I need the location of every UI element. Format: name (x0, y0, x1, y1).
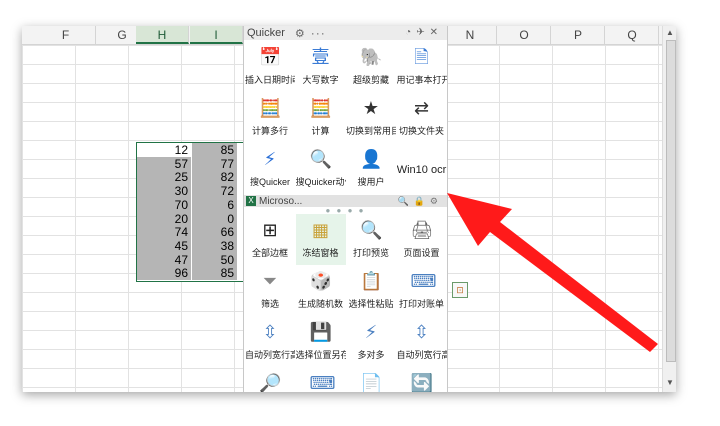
red-arrow-annotation (447, 193, 658, 352)
red-arrow (447, 193, 658, 352)
